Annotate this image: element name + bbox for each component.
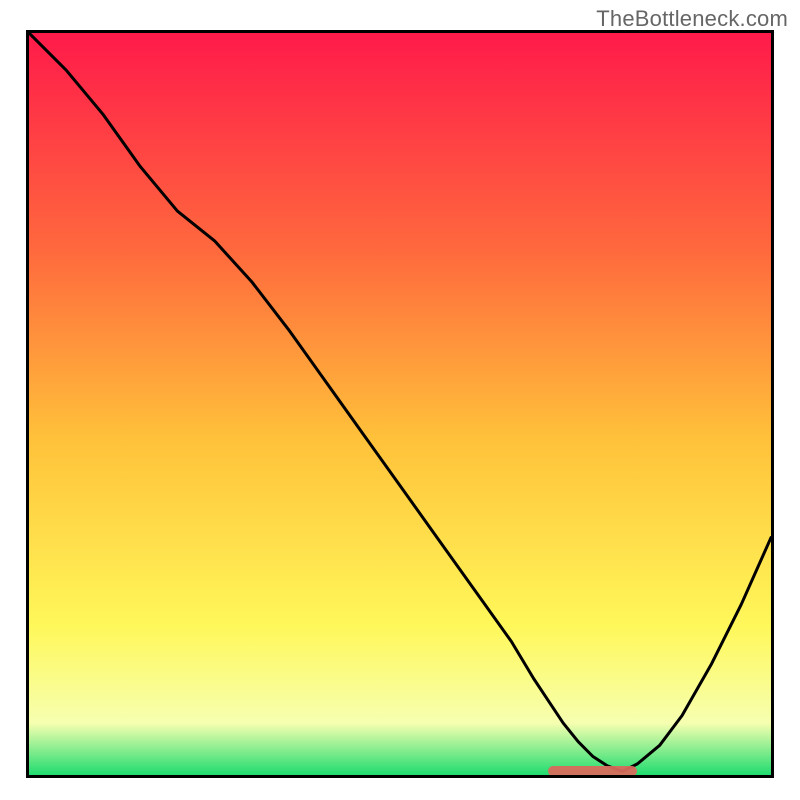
chart-frame: TheBottleneck.com: [0, 0, 800, 800]
attribution-text: TheBottleneck.com: [596, 6, 788, 32]
bottleneck-curve: [29, 33, 771, 775]
trough-highlight: [548, 766, 637, 776]
plot-area: [26, 30, 774, 778]
curve-path: [29, 33, 771, 771]
